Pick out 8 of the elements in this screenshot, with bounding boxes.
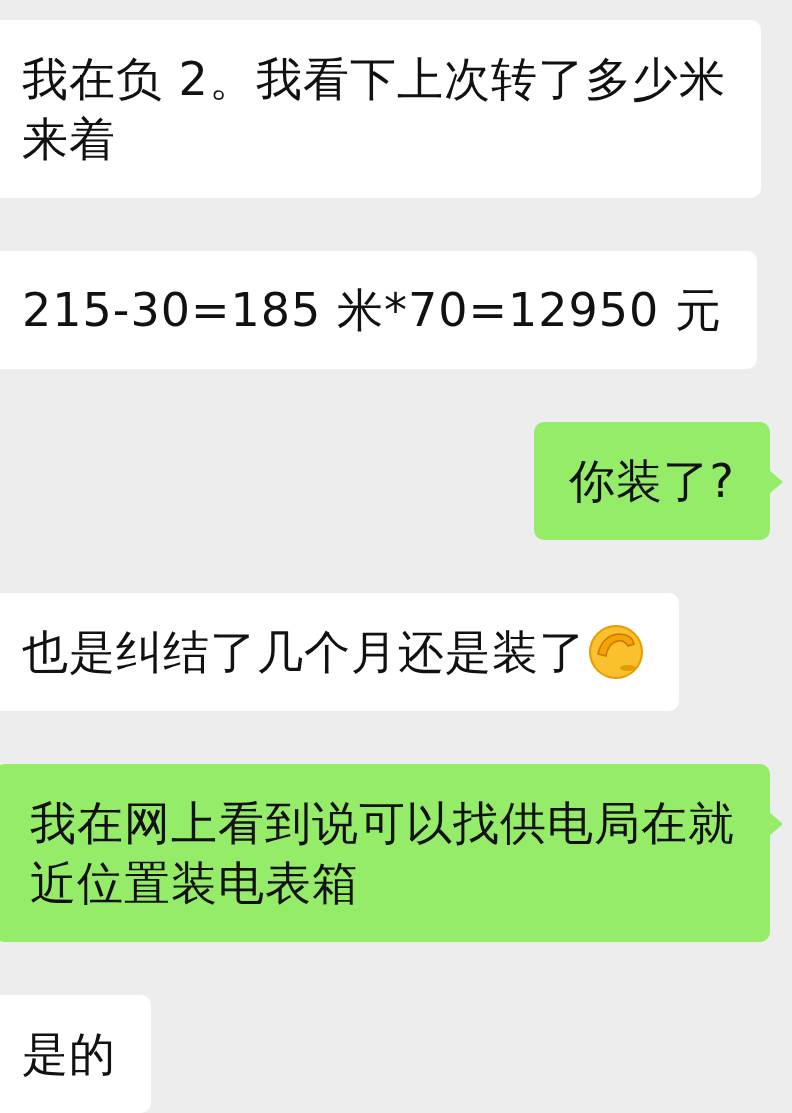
message-text: 你装了? (568, 453, 735, 510)
message-text: 我在负 2。我看下上次转了多少米 (22, 51, 726, 108)
message-text: 215-30=185 米*70=12950 元 (22, 282, 722, 339)
message-text: 是的 (22, 1026, 116, 1083)
message-text: 近位置装电表箱 (30, 855, 359, 912)
message-text: 来着 (22, 111, 116, 168)
message-text: 我在网上看到说可以找供电局在就 (30, 795, 735, 852)
message-text: 也是纠结了几个月还是装了 (22, 624, 586, 681)
